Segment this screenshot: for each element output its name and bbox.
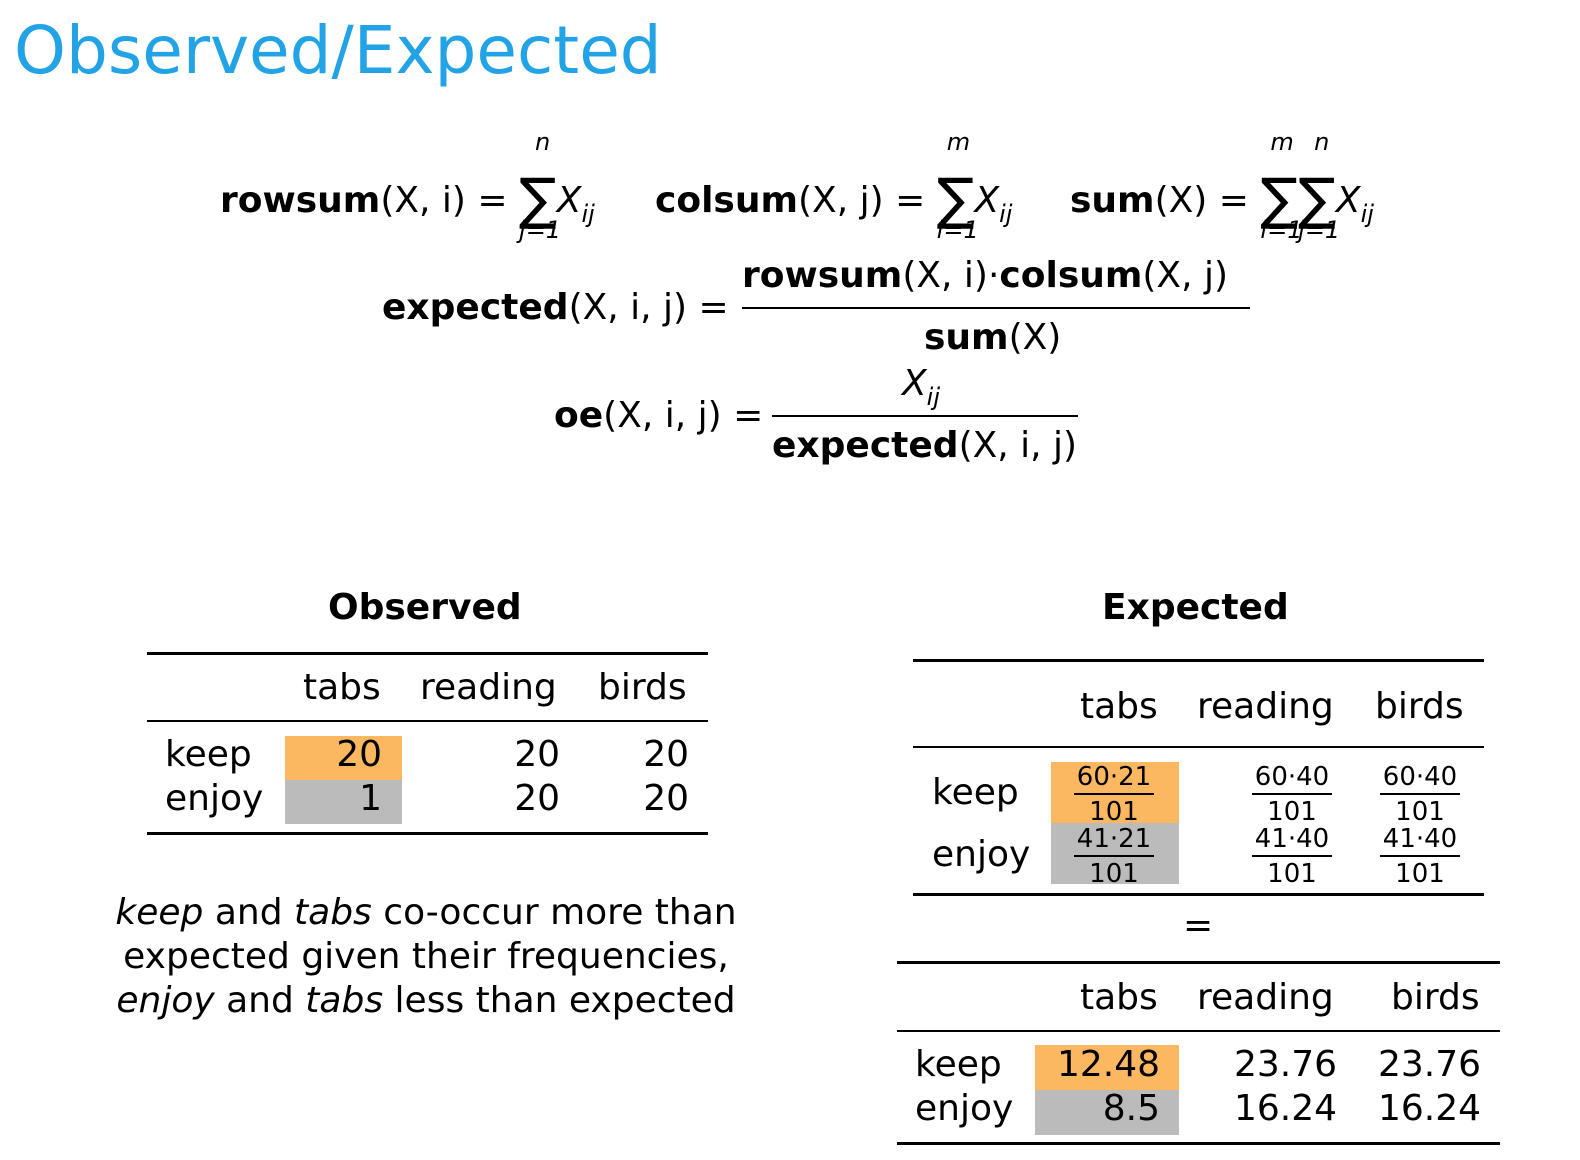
observed-title: Observed xyxy=(328,587,522,628)
result-cell: 23.76 xyxy=(1377,1044,1481,1085)
oe-denominator: expected(X, i, j) xyxy=(772,425,1078,466)
equals-sign: = xyxy=(1183,905,1214,946)
expected-name: expected xyxy=(382,287,569,328)
expected-top-rule xyxy=(913,659,1484,662)
observed-cell: 20 xyxy=(514,778,560,819)
observed-cell: 1 xyxy=(359,778,382,819)
result-cell: 8.5 xyxy=(1102,1088,1160,1129)
expected-row-keep: keep xyxy=(932,772,1019,813)
result-bottom-rule xyxy=(897,1142,1500,1145)
result-col-tabs: tabs xyxy=(1080,977,1158,1018)
colsum-name: colsum xyxy=(655,180,798,221)
note-line-2: expected given their frequencies, xyxy=(123,936,729,977)
observed-cell: 20 xyxy=(643,778,689,819)
expected-title: Expected xyxy=(1102,587,1289,628)
expected-bottom-rule xyxy=(913,893,1484,896)
sum-formula: sum(X) = m ∑ i=1 n ∑ j=1 Xij xyxy=(1070,128,1374,244)
expected-mid-rule xyxy=(913,746,1484,748)
expected-formula-lhs: expected(X, i, j) = xyxy=(382,287,729,328)
observed-row-enjoy: enjoy xyxy=(165,778,264,819)
expected-col-birds: birds xyxy=(1375,686,1464,727)
result-col-birds: birds xyxy=(1391,977,1480,1018)
oe-numerator: Xij xyxy=(902,363,941,411)
colsum-formula: colsum(X, j) = m ∑ i=1 Xij xyxy=(655,128,1013,244)
expected-fraction-bar xyxy=(742,307,1250,309)
expected-col-tabs: tabs xyxy=(1080,686,1158,727)
explanation-note: keep and tabs co-occur more than expecte… xyxy=(86,891,766,1023)
result-cell: 16.24 xyxy=(1377,1088,1481,1129)
expected-fraction: 41·40 101 xyxy=(1252,826,1332,887)
expected-col-reading: reading xyxy=(1197,686,1334,727)
expected-row-enjoy: enjoy xyxy=(932,834,1031,875)
result-mid-rule xyxy=(897,1030,1500,1032)
result-col-reading: reading xyxy=(1197,977,1334,1018)
result-cell: 16.24 xyxy=(1233,1088,1337,1129)
observed-top-rule xyxy=(147,652,708,655)
expected-denominator: sum(X) xyxy=(924,317,1062,358)
page-title: Observed/Expected xyxy=(14,12,662,89)
observed-col-tabs: tabs xyxy=(303,667,381,708)
observed-bottom-rule xyxy=(147,832,708,835)
oe-name: oe xyxy=(554,395,604,436)
result-cell: 12.48 xyxy=(1056,1044,1160,1085)
oe-fraction-bar xyxy=(772,415,1078,417)
result-row-keep: keep xyxy=(915,1044,1002,1085)
oe-formula-lhs: oe(X, i, j) = xyxy=(554,395,764,436)
observed-cell: 20 xyxy=(643,734,689,775)
expected-fraction: 60·40 101 xyxy=(1252,764,1332,825)
observed-col-reading: reading xyxy=(420,667,557,708)
result-row-enjoy: enjoy xyxy=(915,1088,1014,1129)
note-line-1: keep and tabs co-occur more than xyxy=(115,892,737,933)
expected-fraction: 41·40 101 xyxy=(1380,826,1460,887)
observed-mid-rule xyxy=(147,720,708,722)
observed-cell: 20 xyxy=(336,734,382,775)
result-cell: 23.76 xyxy=(1233,1044,1337,1085)
expected-fraction: 60·21 101 xyxy=(1074,764,1154,825)
note-line-3: enjoy and tabs less than expected xyxy=(116,980,736,1021)
observed-cell: 20 xyxy=(514,734,560,775)
expected-fraction: 60·40 101 xyxy=(1380,764,1460,825)
expected-numerator: rowsum(X, i)·colsum(X, j) xyxy=(742,255,1229,296)
observed-col-birds: birds xyxy=(598,667,687,708)
result-top-rule xyxy=(897,961,1500,964)
rowsum-formula: rowsum(X, i) = n ∑ j=1 Xij xyxy=(220,128,595,244)
sum-name: sum xyxy=(1070,180,1155,221)
observed-row-keep: keep xyxy=(165,734,252,775)
expected-fraction: 41·21 101 xyxy=(1074,826,1154,887)
rowsum-name: rowsum xyxy=(220,180,381,221)
